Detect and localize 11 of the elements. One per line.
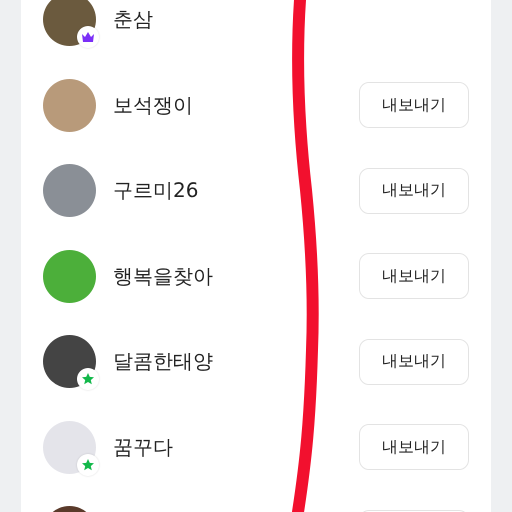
remove-button[interactable]: 내보내기 [359, 82, 469, 128]
member-name: 꿈꾸다 [113, 434, 174, 461]
member-name: 행복을찾아 [113, 262, 214, 290]
remove-button[interactable]: 내보내기 [359, 424, 469, 470]
member-name: 춘삼 [113, 6, 154, 34]
remove-button[interactable]: 내보내기 [359, 168, 469, 214]
member-name: 달콤한태양 [113, 348, 214, 376]
remove-button[interactable]: 내보내기 [359, 253, 469, 300]
member-name: 보석쟁이 [113, 92, 194, 119]
member-name: 구르미26 [113, 177, 200, 204]
remove-button[interactable]: 내보내기 [359, 338, 469, 385]
